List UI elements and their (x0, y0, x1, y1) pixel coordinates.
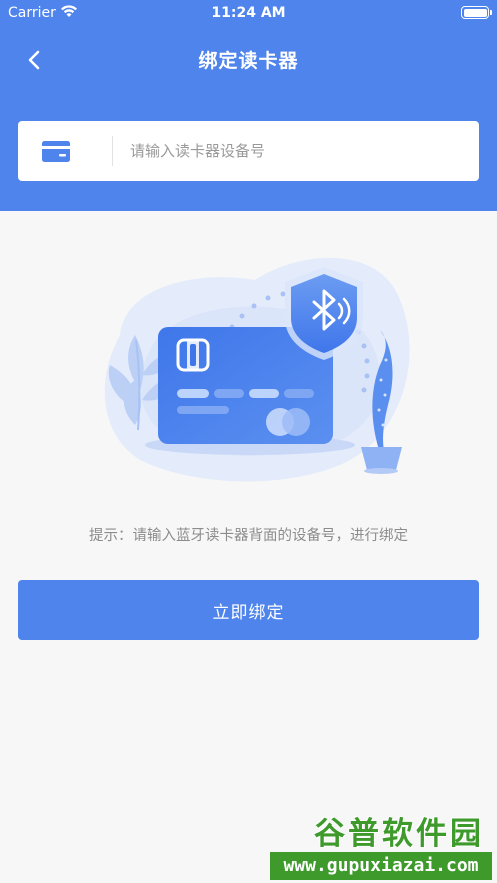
battery-icon (461, 6, 492, 19)
status-bar: Carrier 11:24 AM (0, 0, 497, 26)
input-divider (112, 136, 113, 166)
card-icon (42, 141, 70, 162)
bind-now-button[interactable]: 立即绑定 (18, 580, 479, 640)
battery-fill (463, 8, 487, 17)
navigation-bar: 绑定读卡器 (0, 40, 497, 78)
hint-text: 提示：请输入蓝牙读卡器背面的设备号，进行绑定 (89, 528, 408, 544)
device-input-card (18, 121, 479, 181)
watermark: 谷普软件园 www.gupuxiazai.com (270, 808, 492, 880)
watermark-brand: 谷普软件园 (314, 816, 484, 852)
bluetooth-card-illustration (104, 257, 410, 482)
device-number-input[interactable] (130, 135, 460, 167)
page-title: 绑定读卡器 (198, 50, 299, 72)
watermark-url: www.gupuxiazai.com (270, 852, 492, 880)
status-time: 11:24 AM (211, 5, 286, 21)
